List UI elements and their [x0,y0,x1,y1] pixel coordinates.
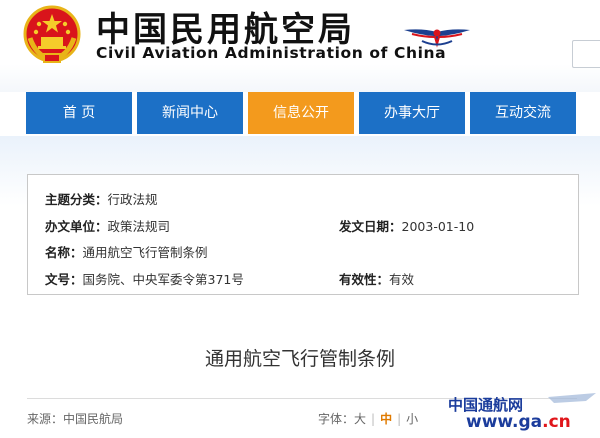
docno-value: 国务院、中央军委令第371号 [82,272,244,287]
font-size-small[interactable]: 小 [406,412,418,426]
name-row: 名称：通用航空飞行管制条例 [45,242,208,261]
nav-info-disclosure[interactable]: 信息公开 [248,92,354,134]
watermark-url-main: www.ga [466,412,543,432]
document-source: 来源：中国民航局 [27,412,124,426]
name-value: 通用航空飞行管制条例 [82,245,208,260]
validity-value: 有效 [389,272,415,287]
document-metadata-panel: 主题分类：行政法规 办文单位：政策法规司 发文日期：2003-01-10 名称：… [27,174,579,295]
watermark-url: www.ga.cn [466,412,571,432]
separator: | [397,412,402,426]
font-size-medium[interactable]: 中 [380,412,392,426]
date-label: 发文日期： [339,219,402,234]
font-size-label: 字体： [318,412,355,426]
issuer-row: 办文单位：政策法规司 [45,216,170,235]
nav-service-hall[interactable]: 办事大厅 [359,92,465,134]
site-title-en: Civil Aviation Administration of China [96,44,447,62]
category-value: 行政法规 [107,192,158,207]
separator: | [371,412,376,426]
issuer-label: 办文单位： [45,219,108,234]
validity-row: 有效性：有效 [339,269,414,288]
nav-home[interactable]: 首 页 [26,92,132,134]
validity-label: 有效性： [339,272,390,287]
category-label: 主题分类： [45,192,108,207]
nav-news-center[interactable]: 新闻中心 [137,92,243,134]
docno-row: 文号：国务院、中央军委令第371号 [45,269,244,288]
document-title: 通用航空飞行管制条例 [204,348,395,370]
name-label: 名称： [45,245,83,260]
font-size-selector: 字体：大 | 中 | 小 [318,410,418,427]
font-size-large[interactable]: 大 [354,412,366,426]
watermark-url-suffix: .cn [542,412,571,432]
caac-wings-logo-icon[interactable] [402,22,472,50]
national-emblem-icon [23,5,81,63]
issuer-value: 政策法规司 [107,219,171,234]
category-row: 主题分类：行政法规 [45,189,158,208]
nav-interaction[interactable]: 互动交流 [470,92,576,134]
docno-label: 文号： [45,272,83,287]
main-nav: 首 页 新闻中心 信息公开 办事大厅 互动交流 [0,92,600,136]
site-header: 中国民用航空局 Civil Aviation Administration of… [0,0,600,92]
date-row: 发文日期：2003-01-10 [339,216,474,235]
search-input[interactable] [572,40,600,68]
date-value: 2003-01-10 [401,219,475,234]
